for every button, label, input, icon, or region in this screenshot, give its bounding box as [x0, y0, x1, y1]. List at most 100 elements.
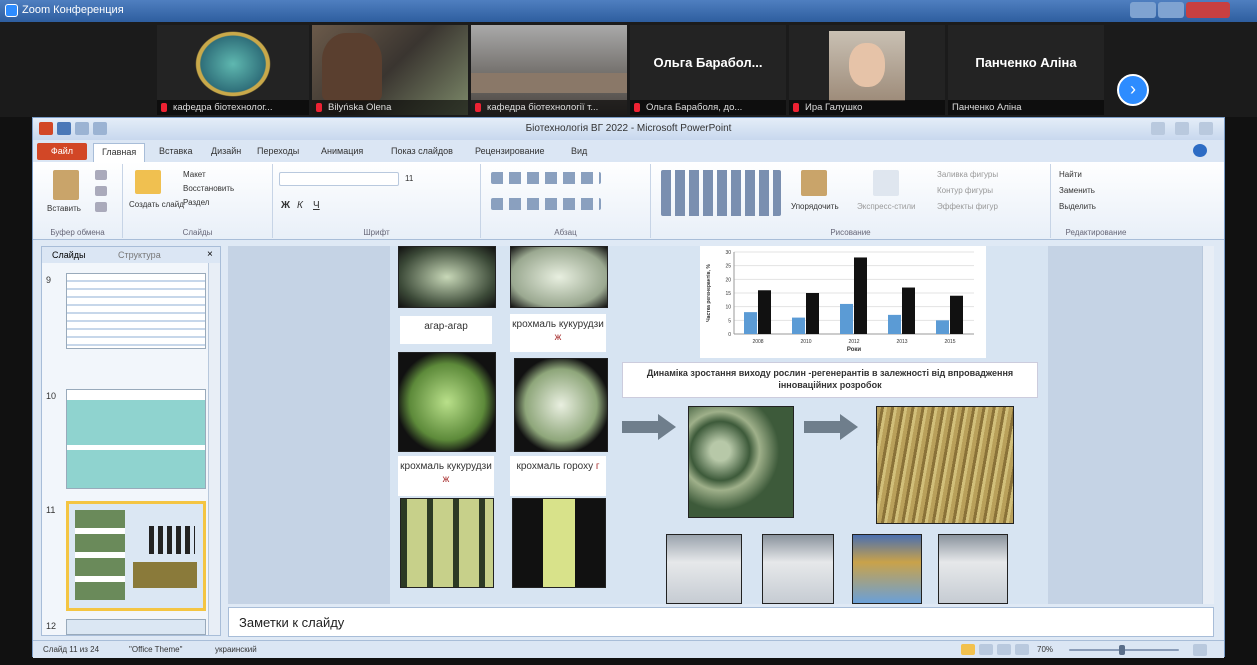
ppt-window-title: Біотехнологія ВГ 2022 - Microsoft PowerP… — [525, 123, 732, 134]
help-icon[interactable] — [1193, 144, 1207, 157]
sorter-view-icon[interactable] — [979, 644, 993, 655]
normal-view-icon[interactable] — [961, 644, 975, 655]
ppt-maximize-icon[interactable] — [1175, 122, 1189, 135]
participant-name: кафедра біотехнології т... — [487, 102, 599, 113]
copy-icon[interactable] — [95, 186, 107, 196]
group-editing: Найти Заменить Выделить Редактирование — [1051, 164, 1141, 238]
mic-muted-icon — [793, 103, 799, 112]
certificate-image — [666, 534, 742, 604]
minimize-icon[interactable] — [1130, 2, 1156, 18]
tab-file[interactable]: Файл — [37, 143, 87, 160]
tab-animation[interactable]: Анимация — [321, 146, 363, 156]
zoom-slider-thumb[interactable] — [1119, 645, 1125, 655]
shapes-gallery[interactable] — [661, 170, 781, 216]
close-icon[interactable] — [1186, 2, 1230, 18]
tab-design[interactable]: Дизайн — [211, 146, 241, 156]
participant-tile[interactable]: Ольга Барабол... Ольга Бараболя, до... — [630, 25, 786, 115]
ppt-close-icon[interactable] — [1199, 122, 1213, 135]
slide-counter: Слайд 11 из 24 — [43, 645, 100, 654]
certificate-image — [938, 534, 1008, 604]
reset-button[interactable]: Восстановить — [183, 184, 234, 193]
participant-tile[interactable]: Bilyńska Olena — [312, 25, 468, 115]
pane-scrollbar[interactable] — [208, 263, 220, 635]
reading-view-icon[interactable] — [997, 644, 1011, 655]
group-label: Редактирование — [1065, 228, 1127, 237]
replace-button[interactable]: Заменить — [1059, 186, 1095, 195]
shape-outline-button[interactable]: Контур фигуры — [937, 186, 993, 195]
y-tick-label: 15 — [725, 291, 731, 297]
tab-review[interactable]: Рецензирование — [475, 146, 545, 156]
format-painter-icon[interactable] — [95, 202, 107, 212]
photo-wheat-field — [876, 406, 1014, 524]
tab-transitions[interactable]: Переходы — [257, 146, 299, 156]
tab-insert[interactable]: Вставка — [159, 146, 192, 156]
medium-label: крохмаль кукурудзи ж — [510, 314, 606, 352]
arrange-button[interactable]: Упорядочить — [791, 202, 839, 211]
next-page-icon[interactable]: › — [1117, 74, 1149, 106]
layout-button[interactable]: Макет — [183, 170, 206, 179]
medium-label: агар-агар — [400, 316, 492, 344]
font-size-select[interactable]: 11 — [405, 174, 413, 183]
y-axis-label: Частка регенерантів, % — [706, 264, 712, 322]
underline-icon[interactable]: Ч — [313, 200, 320, 211]
notes-pane[interactable]: Заметки к слайду — [228, 607, 1214, 637]
ribbon: Вставить Буфер обмена Создать слайд Маке… — [33, 162, 1224, 240]
group-font: 11 Ж К Ч Шрифт — [273, 164, 481, 238]
slide-thumbnail[interactable] — [66, 273, 206, 349]
paste-button[interactable]: Вставить — [47, 204, 81, 213]
y-tick-label: 25 — [725, 264, 731, 270]
photo-petri — [398, 246, 496, 308]
participant-tile[interactable]: кафедра біотехнолог... — [157, 25, 309, 115]
close-pane-icon[interactable]: × — [207, 249, 213, 260]
tab-slides[interactable]: Слайды — [52, 250, 86, 260]
mic-muted-icon — [161, 103, 167, 112]
tab-outline[interactable]: Структура — [118, 250, 161, 260]
align-icons[interactable] — [491, 198, 601, 210]
list-icons[interactable] — [491, 172, 601, 184]
group-label: Абзац — [554, 228, 577, 237]
bold-icon[interactable]: Ж — [281, 200, 290, 211]
shape-fill-button[interactable]: Заливка фигуры — [937, 170, 998, 179]
ppt-minimize-icon[interactable] — [1151, 122, 1165, 135]
new-slide-icon[interactable] — [135, 170, 161, 194]
slide-thumbnail[interactable] — [66, 389, 206, 489]
slide-thumbnail[interactable] — [66, 619, 206, 635]
italic-icon[interactable]: К — [297, 200, 303, 211]
quick-styles-icon[interactable] — [873, 170, 899, 196]
quick-styles-button[interactable]: Экспресс-стили — [857, 202, 916, 211]
mic-muted-icon — [634, 103, 640, 112]
participant-tile[interactable]: Панченко Аліна Панченко Аліна — [948, 25, 1104, 115]
slide-scrollbar[interactable] — [1202, 246, 1214, 604]
section-button[interactable]: Раздел — [183, 198, 209, 207]
paste-icon[interactable] — [53, 170, 79, 200]
new-slide-button[interactable]: Создать слайд — [129, 200, 184, 209]
y-tick-label: 20 — [725, 277, 731, 283]
bar — [744, 312, 757, 334]
find-button[interactable]: Найти — [1059, 170, 1082, 179]
shape-effects-button[interactable]: Эффекты фигур — [937, 202, 998, 211]
tab-view[interactable]: Вид — [571, 146, 587, 156]
font-family-select[interactable] — [279, 172, 399, 186]
fit-window-icon[interactable] — [1193, 644, 1207, 656]
slide-thumbnail-selected[interactable] — [66, 501, 206, 611]
photo-plants — [688, 406, 794, 518]
thumb-number: 9 — [46, 275, 52, 285]
arrange-icon[interactable] — [801, 170, 827, 196]
zoom-title: Zoom Конференция — [22, 4, 124, 16]
tab-slideshow[interactable]: Показ слайдов — [391, 146, 453, 156]
bar — [758, 290, 771, 334]
medium-label: крохмаль кукурудзи ж — [398, 456, 494, 496]
cut-icon[interactable] — [95, 170, 107, 180]
slide-canvas[interactable]: агар-агар крохмаль кукурудзи ж крохмаль … — [390, 246, 1048, 604]
select-button[interactable]: Выделить — [1059, 202, 1096, 211]
tab-home[interactable]: Главная — [93, 143, 146, 162]
participant-tile[interactable]: Ира Галушко — [789, 25, 945, 115]
slide-edit-area: агар-агар крохмаль кукурудзи ж крохмаль … — [228, 246, 1214, 604]
bar — [806, 293, 819, 334]
participant-display-name: Ольга Барабол... — [653, 55, 763, 70]
participant-name: Ира Галушко — [805, 102, 863, 113]
maximize-icon[interactable] — [1158, 2, 1184, 18]
slideshow-view-icon[interactable] — [1015, 644, 1029, 655]
participant-tile[interactable]: кафедра біотехнології т... — [471, 25, 627, 115]
group-slides: Создать слайд Макет Восстановить Раздел … — [123, 164, 273, 238]
